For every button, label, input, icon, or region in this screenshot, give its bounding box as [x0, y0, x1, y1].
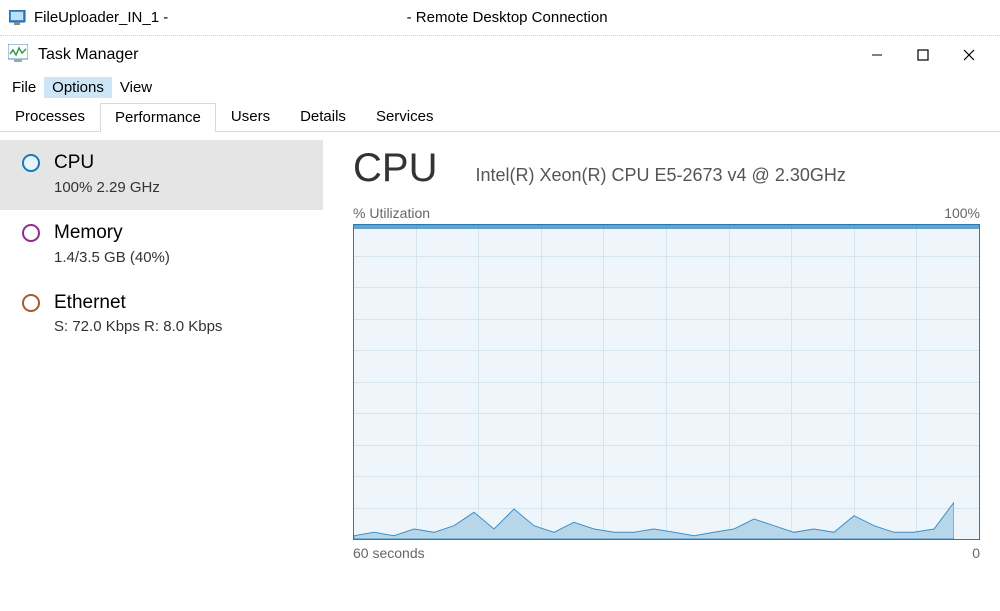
sidebar-ethernet-sub: S: 72.0 Kbps R: 8.0 Kbps — [54, 318, 222, 335]
chart-label-100pct: 100% — [944, 205, 980, 221]
window-controls — [854, 40, 992, 70]
sidebar-cpu-title: CPU — [54, 152, 160, 175]
sidebar-item-ethernet[interactable]: Ethernet S: 72.0 Kbps R: 8.0 Kbps — [0, 280, 323, 350]
sidebar-memory-title: Memory — [54, 222, 170, 245]
chart-grid-vertical — [354, 225, 979, 539]
sidebar-item-memory[interactable]: Memory 1.4/3.5 GB (40%) — [0, 210, 323, 280]
chart-label-utilization: % Utilization — [353, 205, 430, 221]
chart-max-line — [354, 225, 979, 229]
menu-bar: File Options View — [0, 74, 1000, 100]
chart-label-0: 0 — [972, 545, 980, 561]
menu-view[interactable]: View — [112, 77, 160, 98]
sidebar-cpu-sub: 100% 2.29 GHz — [54, 179, 160, 196]
minimize-button[interactable] — [854, 40, 900, 70]
tab-bar: Processes Performance Users Details Serv… — [0, 100, 1000, 132]
memory-ring-icon — [22, 224, 40, 242]
performance-sidebar: CPU 100% 2.29 GHz Memory 1.4/3.5 GB (40%… — [0, 132, 323, 611]
performance-main: CPU Intel(R) Xeon(R) CPU E5-2673 v4 @ 2.… — [323, 132, 1000, 611]
main-heading: CPU — [353, 146, 437, 191]
chart-label-60s: 60 seconds — [353, 545, 425, 561]
menu-file[interactable]: File — [4, 77, 44, 98]
tab-users[interactable]: Users — [216, 102, 285, 131]
cpu-model-name: Intel(R) Xeon(R) CPU E5-2673 v4 @ 2.30GH… — [475, 165, 845, 186]
tab-processes[interactable]: Processes — [0, 102, 100, 131]
maximize-button[interactable] — [900, 40, 946, 70]
rdp-window-title: - Remote Desktop Connection — [22, 9, 992, 26]
cpu-utilization-chart[interactable] — [353, 224, 980, 540]
tab-services[interactable]: Services — [361, 102, 449, 131]
tab-performance[interactable]: Performance — [100, 103, 216, 132]
sidebar-item-cpu[interactable]: CPU 100% 2.29 GHz — [0, 140, 323, 210]
sidebar-ethernet-title: Ethernet — [54, 292, 222, 315]
chart-area-svg — [354, 499, 954, 539]
sidebar-memory-sub: 1.4/3.5 GB (40%) — [54, 249, 170, 266]
content-area: CPU 100% 2.29 GHz Memory 1.4/3.5 GB (40%… — [0, 132, 1000, 611]
cpu-ring-icon — [22, 154, 40, 172]
task-manager-icon — [8, 44, 30, 66]
main-header: CPU Intel(R) Xeon(R) CPU E5-2673 v4 @ 2.… — [353, 146, 980, 191]
ethernet-ring-icon — [22, 294, 40, 312]
close-button[interactable] — [946, 40, 992, 70]
rdp-title-bar: FileUploader_IN_1 - - Remote Desktop Con… — [0, 0, 1000, 36]
chart-top-labels: % Utilization 100% — [353, 205, 980, 221]
tab-details[interactable]: Details — [285, 102, 361, 131]
menu-options[interactable]: Options — [44, 77, 112, 98]
window-title: Task Manager — [38, 46, 854, 64]
task-manager-title-bar: Task Manager — [0, 36, 1000, 74]
chart-bottom-labels: 60 seconds 0 — [353, 545, 980, 561]
